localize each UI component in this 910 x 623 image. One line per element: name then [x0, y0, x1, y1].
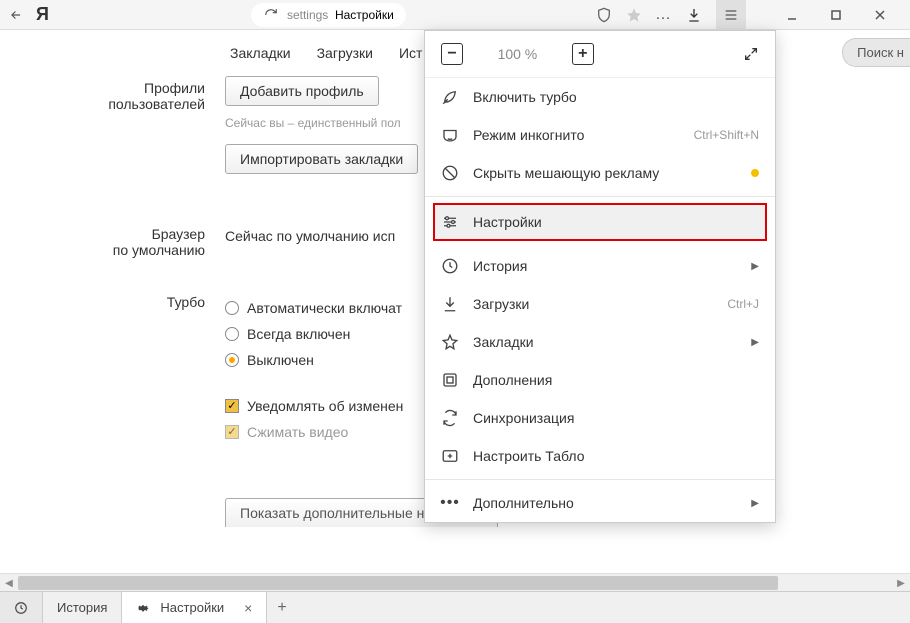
turbo-opt-always: Всегда включен	[247, 326, 350, 342]
gear-icon	[136, 601, 150, 615]
zoom-out-button[interactable]: −	[441, 43, 463, 65]
clock-icon	[441, 257, 459, 275]
clock-icon	[14, 601, 28, 615]
main-menu-popup: − 100 % + Включить турбо Режим инкогнито…	[424, 30, 776, 523]
download-icon	[441, 295, 459, 313]
star-icon	[441, 333, 459, 351]
default-browser-label-1: Браузер	[0, 226, 205, 242]
menu-zoom-row: − 100 % +	[425, 31, 775, 78]
mask-icon	[441, 126, 459, 144]
menu-incognito-shortcut: Ctrl+Shift+N	[694, 128, 759, 142]
yandex-logo[interactable]: Я	[36, 4, 49, 25]
address-bar[interactable]: settings Настройки	[251, 3, 406, 27]
menu-incognito-label: Режим инкогнито	[473, 127, 584, 143]
tab-bookmarks[interactable]: Закладки	[230, 45, 291, 61]
radio-icon	[225, 353, 239, 367]
checkbox-icon	[225, 399, 239, 413]
bottom-tab-bar: История Настройки × +	[0, 591, 910, 623]
rocket-icon	[441, 88, 459, 106]
block-icon	[441, 164, 459, 182]
menu-sync-label: Синхронизация	[473, 410, 574, 426]
sliders-icon	[441, 213, 459, 231]
back-icon[interactable]	[8, 7, 24, 23]
radio-icon	[225, 301, 239, 315]
default-browser-label-2: по умолчанию	[0, 242, 205, 258]
scroll-left-icon[interactable]: ◀	[0, 574, 18, 592]
menu-downloads-shortcut: Ctrl+J	[727, 297, 759, 311]
horizontal-scrollbar[interactable]: ◀ ▶	[0, 573, 910, 591]
chevron-right-icon: ▶	[751, 337, 759, 348]
download-icon[interactable]	[686, 7, 702, 23]
tab-close-icon[interactable]: ×	[244, 600, 252, 616]
dots-icon: •••	[441, 494, 459, 512]
menu-addons-label: Дополнения	[473, 372, 552, 388]
turbo-opt-auto: Автоматически включат	[247, 300, 402, 316]
fullscreen-icon[interactable]	[743, 46, 759, 62]
url-title: Настройки	[335, 8, 394, 22]
search-settings-button[interactable]: Поиск н	[842, 38, 910, 67]
menu-downloads-label: Загрузки	[473, 296, 529, 312]
default-browser-text: Сейчас по умолчанию исп	[225, 228, 395, 244]
menu-item-adblock[interactable]: Скрыть мешающую рекламу	[425, 154, 775, 192]
menu-item-history[interactable]: История ▶	[425, 247, 775, 285]
menu-button[interactable]	[716, 0, 746, 30]
profiles-label-1: Профили	[0, 80, 205, 96]
menu-history-label: История	[473, 258, 527, 274]
bottom-settings-label: Настройки	[160, 600, 224, 615]
more-icon[interactable]: …	[656, 7, 672, 23]
sync-icon	[441, 409, 459, 427]
menu-item-more[interactable]: ••• Дополнительно ▶	[425, 484, 775, 522]
menu-turbo-label: Включить турбо	[473, 89, 577, 105]
menu-more-label: Дополнительно	[473, 495, 574, 511]
bottom-tab-history[interactable]: История	[43, 592, 122, 623]
bottom-history-label: История	[57, 600, 107, 615]
menu-item-downloads[interactable]: Загрузки Ctrl+J	[425, 285, 775, 323]
menu-bookmarks-label: Закладки	[473, 334, 534, 350]
add-profile-button[interactable]: Добавить профиль	[225, 76, 379, 106]
import-bookmarks-button[interactable]: Импортировать закладки	[225, 144, 418, 174]
titlebar: Я settings Настройки …	[0, 0, 910, 30]
scrollbar-thumb[interactable]	[18, 576, 778, 590]
turbo-chk-compress: Сжимать видео	[247, 424, 348, 440]
close-button[interactable]	[858, 0, 902, 30]
url-prefix: settings	[287, 8, 328, 22]
bottom-tab-clock[interactable]	[0, 592, 43, 623]
bottom-tab-settings[interactable]: Настройки ×	[122, 592, 267, 623]
radio-icon	[225, 327, 239, 341]
tab-downloads[interactable]: Загрузки	[317, 45, 373, 61]
notification-dot-icon	[751, 169, 759, 177]
turbo-label: Турбо	[0, 294, 205, 310]
maximize-button[interactable]	[814, 0, 858, 30]
new-tab-button[interactable]: +	[267, 592, 296, 623]
minimize-button[interactable]	[770, 0, 814, 30]
zoom-value: 100 %	[498, 46, 538, 62]
menu-item-tableau[interactable]: Настроить Табло	[425, 437, 775, 475]
checkbox-icon	[225, 425, 239, 439]
profiles-label-2: пользователей	[0, 96, 205, 112]
menu-item-bookmarks[interactable]: Закладки ▶	[425, 323, 775, 361]
menu-item-sync[interactable]: Синхронизация	[425, 399, 775, 437]
grid-add-icon	[441, 447, 459, 465]
menu-item-settings[interactable]: Настройки	[433, 203, 767, 241]
menu-adblock-label: Скрыть мешающую рекламу	[473, 165, 659, 181]
menu-settings-label: Настройки	[473, 214, 542, 230]
reload-icon[interactable]	[263, 7, 279, 23]
addons-icon	[441, 371, 459, 389]
turbo-opt-off: Выключен	[247, 352, 314, 368]
chevron-right-icon: ▶	[751, 498, 759, 509]
menu-item-turbo[interactable]: Включить турбо	[425, 78, 775, 116]
tab-history[interactable]: Ист	[399, 45, 422, 61]
chevron-right-icon: ▶	[751, 261, 759, 272]
shield-icon[interactable]	[596, 7, 612, 23]
menu-item-incognito[interactable]: Режим инкогнито Ctrl+Shift+N	[425, 116, 775, 154]
zoom-in-button[interactable]: +	[572, 43, 594, 65]
menu-tableau-label: Настроить Табло	[473, 448, 585, 464]
star-icon[interactable]	[626, 7, 642, 23]
scroll-right-icon[interactable]: ▶	[892, 574, 910, 592]
turbo-chk-notify: Уведомлять об изменен	[247, 398, 403, 414]
menu-item-addons[interactable]: Дополнения	[425, 361, 775, 399]
